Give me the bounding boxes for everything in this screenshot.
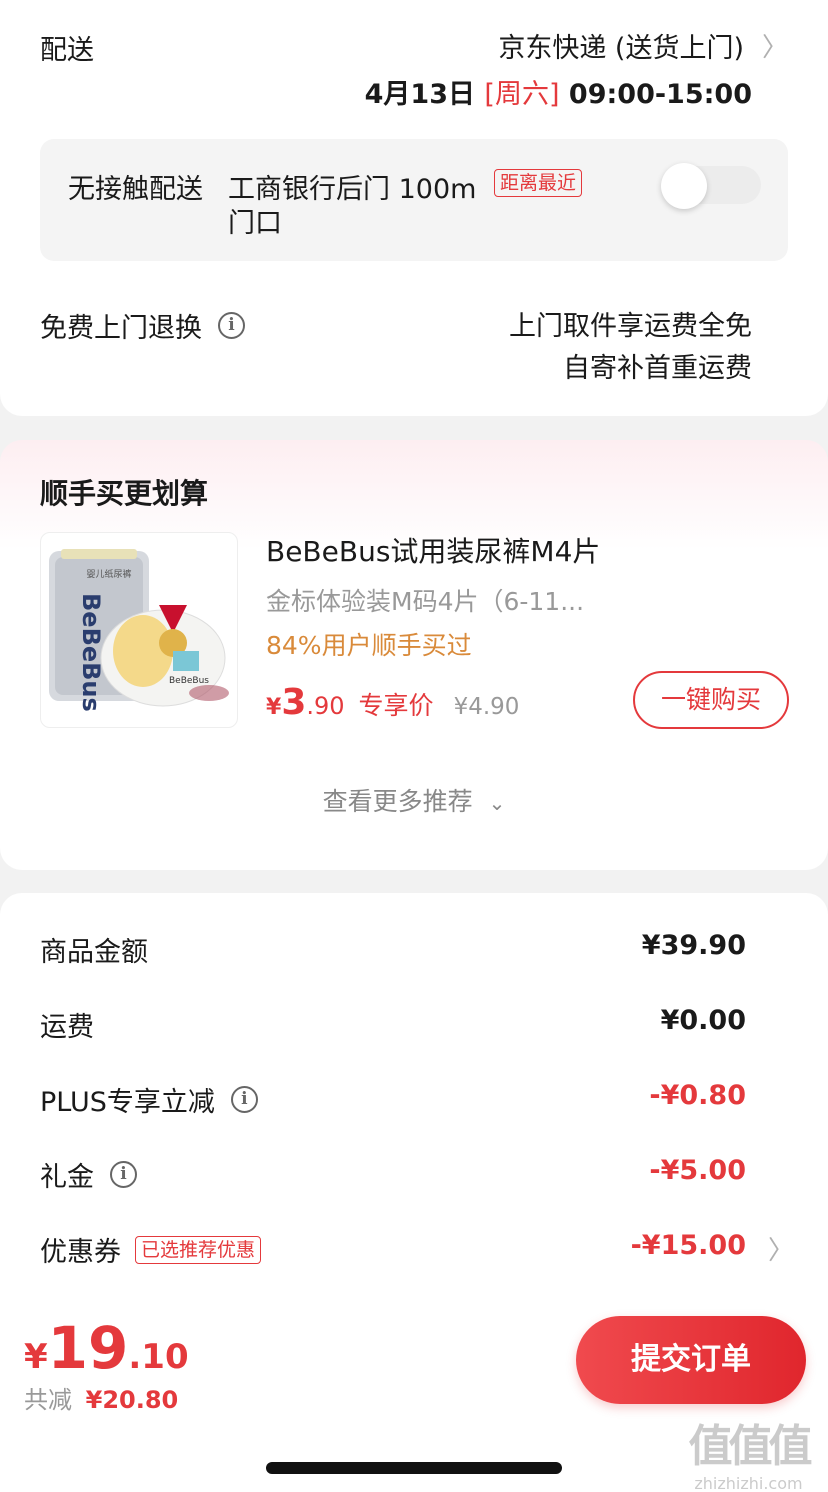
delivery-timeslot: 09:00-15:00 (568, 79, 752, 110)
chevron-right-icon: 〉 (761, 33, 788, 63)
product-price: ¥ 3 .90 专享价 ¥4.90 (266, 682, 519, 723)
contactless-label: 无接触配送 (68, 174, 203, 205)
summary-row-amount: ¥0.00 (660, 1005, 746, 1036)
price-symbol: ¥ (266, 695, 282, 720)
watermark-logo: 值值值 (688, 1421, 813, 1472)
returns-detail-line1: 上门取件享运费全免 (509, 311, 752, 342)
carrier-text: 京东快递 (送货上门) (498, 33, 744, 64)
price-dec: .90 (306, 692, 345, 720)
see-more-label: 查看更多推荐 (322, 787, 473, 816)
info-icon[interactable]: i (218, 312, 245, 339)
contactless-location-line2: 门口 (228, 208, 282, 239)
chevron-down-icon: ⌄ (488, 791, 506, 815)
social-proof: 84%用户顺手买过 (266, 631, 472, 660)
total-dec: .10 (128, 1337, 189, 1377)
summary-row: 运费 (40, 1005, 94, 1044)
summary-row-label: PLUS专享立减 (40, 1087, 215, 1118)
summary-row: 商品金额 (40, 930, 148, 969)
watermark-domain: zhizhizhi.com (694, 1474, 803, 1492)
contactless-delivery-box: 无接触配送 工商银行后门 100m 距离最近 门口 (40, 139, 788, 261)
coupon-tag: 已选推荐优惠 (135, 1235, 262, 1264)
summary-row-amount: -¥0.80 (649, 1080, 746, 1111)
total-symbol: ¥ (24, 1337, 48, 1377)
summary-row-label: 商品金额 (40, 937, 148, 968)
package-text: 婴儿纸尿裤 (86, 568, 131, 580)
contactless-toggle[interactable] (661, 163, 761, 209)
summary-row-amount: -¥5.00 (649, 1155, 746, 1186)
package-brand: BeBeBus (77, 593, 105, 712)
delivery-time[interactable]: 4月13日 [周六] 09:00-15:00 (365, 72, 752, 111)
summary-row: PLUS专享立减 i (40, 1080, 258, 1119)
delivery-label: 配送 (40, 35, 94, 66)
carrier-selector[interactable]: 京东快递 (送货上门) 〉 (498, 26, 788, 65)
chevron-right-icon[interactable]: 〉 (768, 1230, 794, 1267)
diaper-brand: BeBeBus (169, 676, 209, 686)
one-click-buy-button[interactable]: 一键购买 (633, 671, 789, 729)
delivery-date: 4月13日 (364, 79, 476, 110)
summary-row-label: 运费 (40, 1012, 94, 1043)
total-saved: 共减 ¥20.80 (24, 1380, 178, 1415)
original-price: ¥4.90 (453, 694, 520, 720)
price-int: 3 (281, 682, 307, 723)
info-icon[interactable]: i (110, 1161, 137, 1188)
summary-row: 礼金 i (40, 1155, 137, 1194)
product-image[interactable]: 婴儿纸尿裤 BeBeBus BeBeBus (40, 532, 238, 728)
order-total: ¥ 19 .10 (24, 1314, 189, 1382)
addon-title: 顺手买更划算 (40, 477, 209, 510)
total-int: 19 (47, 1314, 129, 1382)
exclusive-price-label: 专享价 (358, 691, 434, 720)
home-indicator (266, 1462, 562, 1474)
saved-label: 共减 (24, 1386, 72, 1414)
summary-row-label: 礼金 (40, 1162, 94, 1193)
toggle-knob (661, 163, 707, 209)
see-more-recommendations[interactable]: 查看更多推荐 ⌄ (0, 782, 828, 818)
summary-row-amount: ¥39.90 (641, 930, 746, 961)
submit-order-button[interactable]: 提交订单 (576, 1316, 806, 1404)
delivery-card: 配送 京东快递 (送货上门) 〉 4月13日 [周六] 09:00-15:00 … (0, 0, 828, 416)
watermark: 值值值 zhizhizhi.com (676, 1410, 821, 1492)
product-spec: 金标体验装M码4片（6-11... (266, 587, 585, 616)
saved-amount: ¥20.80 (85, 1386, 179, 1414)
info-icon[interactable]: i (230, 1086, 258, 1113)
returns-detail-line2: 自寄补首重运费 (563, 353, 752, 384)
nearest-tag: 距离最近 (494, 169, 583, 197)
summary-row-label: 优惠券 (40, 1237, 121, 1268)
coupon-row[interactable]: 优惠券 已选推荐优惠 (40, 1230, 262, 1269)
summary-row-amount[interactable]: -¥15.00 (526, 1230, 746, 1261)
free-returns-row: 免费上门退换 i (40, 306, 245, 345)
diaper-package-illustration: 婴儿纸尿裤 BeBeBus BeBeBus (49, 549, 229, 712)
delivery-weekday: [周六] (484, 79, 560, 110)
product-name[interactable]: BeBeBus试用装尿裤M4片 (266, 530, 600, 570)
free-returns-label: 免费上门退换 (40, 313, 202, 344)
